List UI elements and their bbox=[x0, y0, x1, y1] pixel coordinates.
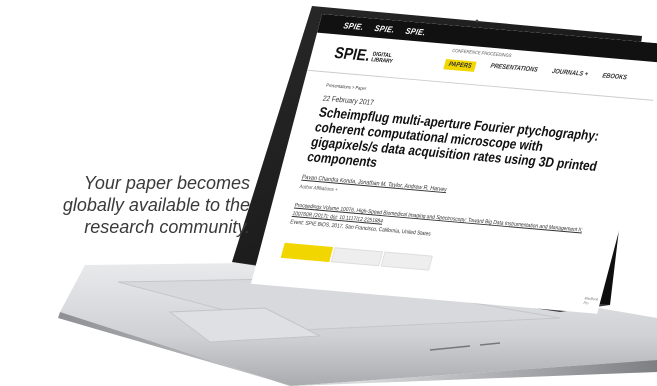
promo-line-2: globally available to the bbox=[62, 195, 250, 215]
promo-line-3: research community. bbox=[84, 217, 250, 237]
topbar-link-1[interactable]: SPIE. bbox=[342, 21, 364, 32]
promo-text: Your paper becomes globally available to… bbox=[0, 172, 250, 238]
topbar-link-3[interactable]: SPIE. bbox=[404, 26, 426, 37]
topbar-link-2[interactable]: SPIE. bbox=[373, 23, 395, 34]
spie-web-page: SPIE. SPIE. SPIE. SPIE.DIGITAL LIBRARY CO… bbox=[250, 14, 657, 314]
device-label: MacBook Pro bbox=[582, 295, 599, 306]
content-tabs bbox=[280, 242, 433, 271]
tab-3[interactable] bbox=[380, 251, 433, 271]
nav-journals[interactable]: JOURNALS + bbox=[550, 68, 589, 81]
nav-papers[interactable]: PAPERS bbox=[443, 59, 477, 72]
citation-block: Proceedings Volume 10076, High-Speed Bio… bbox=[289, 202, 602, 254]
main-nav: PAPERS PRESENTATIONS JOURNALS + EBOOKS bbox=[443, 59, 628, 85]
publication-date: 22 February 2017 bbox=[321, 94, 375, 107]
spie-logo[interactable]: SPIE.DIGITAL LIBRARY bbox=[332, 44, 396, 68]
paper-title: Scheimpflug multi-aperture Fourier ptych… bbox=[305, 105, 601, 175]
screen-display: SPIE. SPIE. SPIE. SPIE.DIGITAL LIBRARY CO… bbox=[250, 14, 657, 314]
promo-line-1: Your paper becomes bbox=[83, 173, 250, 193]
author-affiliations[interactable]: Author Affiliations + bbox=[299, 184, 338, 193]
tab-1[interactable] bbox=[280, 242, 334, 262]
nav-ebooks[interactable]: EBOOKS bbox=[601, 73, 628, 85]
tab-2[interactable] bbox=[330, 247, 383, 267]
conference-label: CONFERENCE PROCEEDINGS bbox=[451, 48, 513, 59]
breadcrumb[interactable]: Presentations > Paper bbox=[325, 83, 366, 92]
nav-presentations[interactable]: PRESENTATIONS bbox=[489, 63, 539, 77]
